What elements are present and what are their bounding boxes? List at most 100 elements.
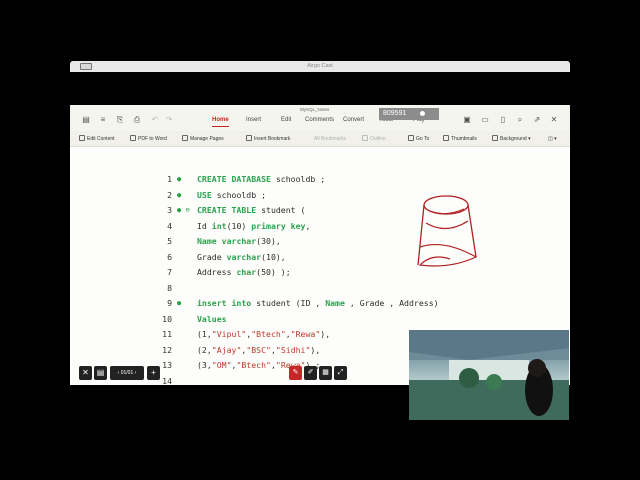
convert-icon [130, 135, 136, 141]
page-indicator: 01/01 [120, 370, 134, 376]
code-text: USE schooldb ; [197, 189, 267, 200]
code-text: Address char(50) ); [197, 267, 291, 277]
code-line: 2 ● USE schooldb ; [70, 188, 570, 203]
webcam-overlay [409, 330, 569, 420]
line-number: 3 [167, 205, 172, 215]
thumbnails-label: Thumbnails [451, 136, 477, 142]
expand-icon[interactable]: ⤢ [334, 366, 347, 380]
share-out-icon[interactable]: ⇗ [533, 116, 541, 124]
more-icon[interactable]: ◫ ▾ [548, 135, 557, 143]
page-navigator[interactable]: ‹ 01/01 › [110, 366, 144, 380]
line-marker-icon[interactable]: ● [177, 188, 181, 203]
go-to-label: Go To [416, 136, 430, 142]
grid-icon[interactable]: ▦ [319, 366, 332, 380]
line-number: 1 [167, 174, 172, 184]
pen-icon[interactable]: ✎ [289, 366, 302, 380]
undo-icon[interactable]: ↶ [151, 116, 159, 124]
outline-button[interactable]: Outline [362, 135, 386, 143]
code-line: 1 ● CREATE DATABASE schooldb ; [70, 172, 570, 187]
goto-icon [408, 135, 414, 141]
line-number: 7 [167, 267, 172, 277]
all-bookmarks-label: All Bookmarks [314, 136, 346, 142]
edit-icon [79, 135, 85, 141]
app-titlebar: Airgo Cast [70, 61, 570, 72]
code-text: CREATE DATABASE schooldb ; [197, 174, 326, 184]
redo-icon[interactable]: ↷ [165, 116, 173, 124]
tab-edit[interactable]: Edit [281, 116, 291, 124]
code-line: 4 Id int(10) primary key, [70, 219, 570, 234]
manage-pages-button[interactable]: Manage Pages [182, 135, 224, 143]
code-text: Name varchar(30), [197, 236, 281, 246]
background-button[interactable]: Background ▾ [492, 135, 531, 143]
edit-content-button[interactable]: Edit Content [79, 135, 115, 143]
insert-bookmark-label: Insert Bookmark [254, 136, 291, 142]
screen-icon[interactable]: ▭ [481, 116, 489, 124]
code-line: 7 Address char(50) ); [70, 265, 570, 280]
code-line: 3 ● ⊖ CREATE TABLE student ( [70, 203, 570, 218]
code-text: insert into student (ID , Name , Grade ,… [197, 298, 439, 308]
code-line: 5 Name varchar(30), [70, 234, 570, 249]
line-number: 6 [167, 251, 172, 262]
code-line: 6 Grade varchar(10), [70, 250, 570, 265]
line-marker-icon[interactable]: ● [177, 172, 181, 187]
share-icon[interactable]: ⎘ [116, 116, 124, 124]
tab-comments[interactable]: Comments [305, 116, 334, 124]
outline-icon [362, 135, 368, 141]
add-icon[interactable]: + [147, 366, 160, 380]
print-icon[interactable]: ⎙ [133, 116, 141, 124]
manage-pages-label: Manage Pages [190, 136, 224, 142]
line-marker-icon[interactable]: ● [177, 296, 181, 311]
tab-convert[interactable]: Convert [343, 116, 364, 124]
document-name: MySQL_Notes [300, 107, 330, 112]
line-number: 12 [162, 344, 172, 355]
code-text: CREATE TABLE student ( [197, 205, 306, 215]
app-window-title: Airgo Cast [307, 63, 333, 69]
background-label: Background [500, 136, 527, 142]
menu-icon[interactable]: ≡ [99, 116, 107, 124]
close-icon[interactable]: ✕ [79, 366, 92, 380]
tab-insert[interactable]: Insert [246, 116, 261, 124]
code-line: 9 ● insert into student (ID , Name , Grade… [70, 296, 570, 311]
webcam-scene [409, 330, 569, 420]
code-text: Values [197, 313, 227, 324]
pdf-to-word-label: PDF to Word [138, 136, 167, 142]
pages-icon [182, 135, 188, 141]
menu-bar: ▤ ≡ ⎘ ⎙ ↶ ↷ MySQL_Notes Home Insert Edit… [70, 105, 570, 131]
save-icon[interactable]: ▣ [463, 116, 471, 124]
line-number: 11 [162, 329, 172, 339]
record-dot-icon [420, 111, 425, 116]
highlighter-icon[interactable]: ✐ [304, 366, 317, 380]
thumbnails-button[interactable]: Thumbnails [443, 135, 477, 143]
edit-content-label: Edit Content [87, 136, 115, 142]
code-line: 8 [70, 281, 570, 296]
outline-label: Outline [370, 136, 386, 142]
insert-bookmark-button[interactable]: Insert Bookmark [246, 135, 290, 143]
line-number: 4 [167, 220, 172, 231]
line-marker-icon[interactable]: ● ⊖ [177, 203, 190, 218]
code-text: (2,"Ajay","BSC","Sidhi"), [197, 344, 321, 355]
tab-home[interactable]: Home [212, 116, 229, 127]
pages-icon[interactable]: ▤ [94, 366, 107, 380]
pdf-to-word-button[interactable]: PDF to Word [130, 135, 167, 143]
bookmark-icon [246, 135, 252, 141]
counter-badge: 809591 [379, 108, 439, 120]
line-number: 2 [167, 189, 172, 200]
phone-icon[interactable]: ▯ [499, 116, 507, 124]
code-text: Id int(10) primary key, [197, 220, 311, 231]
line-number: 8 [167, 282, 172, 293]
line-number: 5 [167, 236, 172, 246]
counter-value: 809591 [383, 110, 407, 117]
code-text: Grade varchar(10), [197, 251, 286, 262]
all-bookmarks-button[interactable]: All Bookmarks [314, 135, 346, 143]
search-icon[interactable]: ⌕ [516, 116, 524, 124]
code-text: (1,"Vipul","Btech","Rewa"), [197, 329, 331, 339]
close-icon[interactable]: ✕ [550, 116, 558, 124]
line-number: 10 [162, 313, 172, 324]
code-line: 10 Values [70, 312, 570, 327]
line-number: 9 [167, 298, 172, 308]
sidebar-toggle-icon[interactable]: ▤ [82, 116, 90, 124]
thumbnails-icon [443, 135, 449, 141]
go-to-button[interactable]: Go To [408, 135, 429, 143]
background-icon [492, 135, 498, 141]
ribbon-toolbar: Edit Content PDF to Word Manage Pages In… [70, 131, 570, 147]
